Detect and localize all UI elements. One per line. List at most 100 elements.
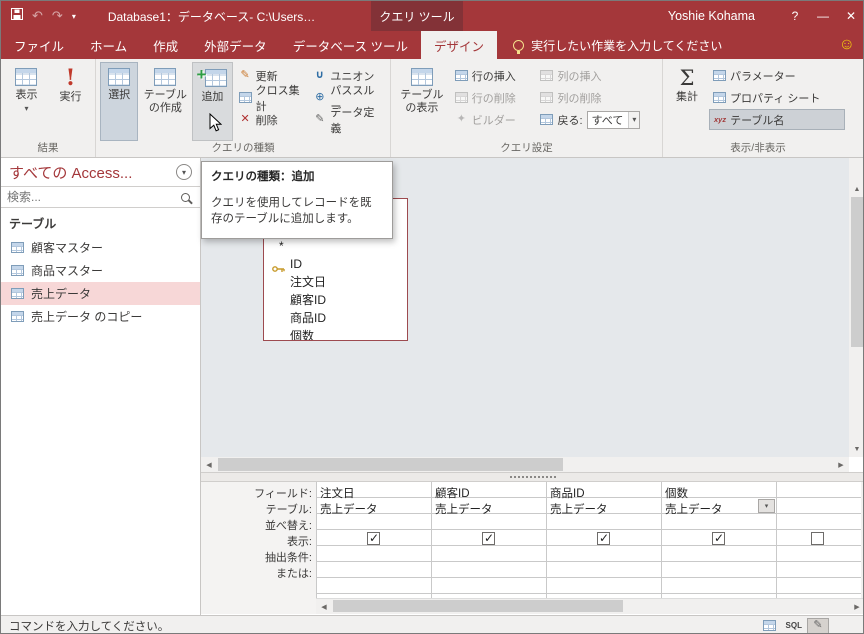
append-plus-table-icon: + [196, 65, 228, 88]
return-icon [540, 114, 554, 125]
property-sheet-button[interactable]: プロパティ シート [709, 87, 845, 108]
save-icon[interactable] [11, 7, 23, 25]
grid-scroll-thumb[interactable] [333, 600, 623, 612]
insert-rows-icon [454, 70, 468, 81]
nav-item-customer-master[interactable]: 顧客マスター [1, 236, 200, 259]
field-item-id[interactable]: ID [264, 255, 407, 273]
query-grid[interactable] [316, 482, 861, 598]
group-label-results: 結果 [37, 142, 59, 154]
scroll-right-icon[interactable]: ▶ [833, 457, 849, 473]
status-message: コマンドを入力してください。 [9, 620, 170, 633]
datasheet-view-icon [15, 68, 38, 86]
parameters-button[interactable]: パラメーター [709, 65, 845, 86]
grid-field-cell[interactable]: 顧客ID [435, 485, 470, 501]
table-names-button[interactable]: xyz テーブル名 [709, 109, 845, 130]
totals-button[interactable]: Σ 集計 [667, 62, 707, 141]
tab-create[interactable]: 作成 [140, 31, 191, 59]
pane-splitter[interactable] [201, 472, 863, 482]
design-view-button[interactable]: ✎ [807, 617, 829, 633]
show-checkbox[interactable] [367, 531, 380, 545]
group-label-show-hide: 表示/非表示 [730, 142, 786, 154]
search-icon[interactable] [181, 192, 190, 202]
scroll-right-icon[interactable]: ▶ [849, 599, 863, 615]
builder-wand-icon: ✦ [456, 113, 466, 125]
sql-view-button[interactable]: SQL [783, 618, 805, 634]
field-item-customer-id[interactable]: 顧客ID [264, 291, 407, 309]
horizontal-scroll-thumb[interactable] [218, 458, 563, 471]
show-checkbox[interactable] [712, 531, 725, 545]
field-item-product-id[interactable]: 商品ID [264, 309, 407, 327]
xyz-icon: xyz [714, 115, 727, 124]
scroll-left-icon[interactable]: ◀ [201, 457, 217, 473]
tab-home[interactable]: ホーム [77, 31, 140, 59]
field-item-quantity[interactable]: 個数 [264, 327, 407, 340]
insert-columns-button[interactable]: 列の挿入 [536, 65, 658, 86]
datasheet-view-button[interactable] [759, 618, 781, 634]
grid-table-cell[interactable]: 売上データ [665, 501, 723, 517]
feedback-smiley-icon[interactable]: ☺ [839, 31, 863, 59]
grid-table-cell[interactable]: 売上データ [320, 501, 378, 517]
table-cell-dropdown-icon[interactable]: ▾ [758, 499, 775, 513]
user-name[interactable]: Yoshie Kohama [668, 9, 755, 23]
close-button[interactable]: ✕ [837, 1, 863, 31]
tab-design[interactable]: デザイン [421, 31, 498, 59]
show-checkbox[interactable] [482, 531, 495, 545]
minimize-button[interactable]: — [809, 1, 837, 31]
vertical-scroll-thumb[interactable] [851, 197, 863, 347]
insert-columns-icon [540, 70, 554, 81]
access-window: ↶ ↷ ▾ Database1：データベース- C:\Users… クエリ ツー… [0, 0, 864, 634]
crosstab-query-button[interactable]: クロス集計 [235, 85, 308, 113]
union-circles-icon: ∪ [315, 69, 325, 81]
scroll-up-icon[interactable]: ▲ [849, 181, 863, 197]
make-table-query-button[interactable]: テーブルの作成 [140, 62, 190, 141]
show-table-button[interactable]: テーブルの表示 [395, 62, 449, 141]
field-item-order-date[interactable]: 注文日 [264, 273, 407, 291]
grid-field-cell[interactable]: 注文日 [320, 485, 355, 501]
field-item-asterisk[interactable]: * [264, 237, 407, 255]
design-view-icon: ✎ [813, 619, 823, 631]
nav-pane-header[interactable]: すべての Access... ▾ [1, 158, 200, 186]
search-input[interactable] [7, 190, 181, 204]
insert-rows-button[interactable]: 行の挿入 [451, 65, 535, 86]
group-show-hide: Σ 集計 パラメーター プロパティ シート xyz テーブル名 表示/非表示 [663, 59, 853, 157]
show-checkbox[interactable] [811, 532, 824, 545]
show-checkbox[interactable] [597, 531, 610, 545]
combo-chevron-icon[interactable]: ▾ [628, 111, 640, 128]
delete-rows-button[interactable]: 行の削除 [451, 87, 535, 108]
nav-item-sales-data[interactable]: 売上データ [1, 282, 200, 305]
nav-item-sales-data-copy[interactable]: 売上データ のコピー [1, 305, 200, 328]
tab-external-data[interactable]: 外部データ [191, 31, 280, 59]
undo-icon[interactable]: ↶ [32, 8, 43, 24]
table-icon [11, 265, 24, 276]
tab-file[interactable]: ファイル [1, 31, 77, 59]
data-definition-query-button[interactable]: ✎ データ定義 [309, 107, 386, 135]
qat-customize-icon[interactable]: ▾ [72, 12, 76, 21]
return-combo[interactable]: すべて ▾ [586, 110, 641, 129]
help-button[interactable]: ? [781, 1, 809, 31]
nav-group-tables[interactable]: テーブル [1, 212, 200, 234]
view-button[interactable]: 表示 ▾ [5, 62, 48, 141]
contextual-tab-group: クエリ ツール [371, 1, 463, 31]
builder-button[interactable]: ✦ ビルダー [451, 109, 535, 130]
scroll-left-icon[interactable]: ◀ [316, 599, 332, 615]
nav-pane-menu-icon[interactable]: ▾ [176, 164, 192, 180]
nav-search-box [1, 186, 200, 208]
delete-columns-button[interactable]: 列の削除 [536, 87, 658, 108]
select-query-button[interactable]: 選択 [100, 62, 139, 141]
grid-field-cell[interactable]: 商品ID [550, 485, 585, 501]
ribbon-tab-strip: ファイル ホーム 作成 外部データ データベース ツール デザイン 実行したい作… [1, 31, 863, 59]
tell-me-text: 実行したい作業を入力してください [531, 38, 723, 53]
tell-me-box[interactable]: 実行したい作業を入力してください [513, 31, 722, 59]
run-button[interactable]: ! 実行 [50, 62, 91, 141]
nav-item-product-master[interactable]: 商品マスター [1, 259, 200, 282]
sigma-icon: Σ [679, 66, 695, 90]
scroll-down-icon[interactable]: ▼ [849, 441, 863, 457]
grid-field-cell[interactable]: 個数 [665, 485, 688, 501]
grid-table-cell[interactable]: 売上データ [435, 501, 493, 517]
group-query-setup: テーブルの表示 行の挿入 行の削除 ✦ ビルダー 列の挿入 列の削除 戻る: す… [391, 59, 663, 157]
grid-table-cell[interactable]: 売上データ [550, 501, 608, 517]
tab-database-tools[interactable]: データベース ツール [280, 31, 421, 59]
delete-query-button[interactable]: ✕ 削除 [235, 109, 308, 130]
redo-icon[interactable]: ↷ [52, 8, 63, 24]
ribbon: 表示 ▾ ! 実行 結果 選択 テーブルの作成 + 追加 ✎ 更新 クロス集計 … [1, 59, 863, 158]
